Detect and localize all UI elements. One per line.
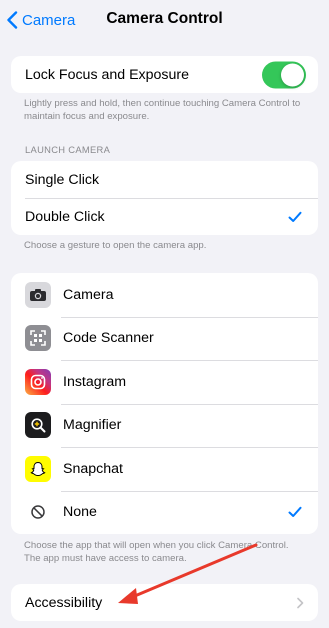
- app-option-camera[interactable]: Camera: [11, 273, 318, 317]
- magnifier-icon: [25, 412, 51, 439]
- lock-focus-row: Lock Focus and Exposure: [11, 56, 318, 93]
- single-click-label: Single Click: [25, 171, 100, 188]
- app-option-none[interactable]: None: [11, 490, 318, 535]
- app-label: Magnifier: [63, 417, 122, 434]
- app-option-instagram[interactable]: Instagram: [11, 360, 318, 404]
- launch-camera-header: LAUNCH CAMERA: [25, 144, 111, 155]
- instagram-icon: [25, 368, 51, 395]
- app-label: None: [63, 504, 97, 521]
- app-label: Snapchat: [63, 460, 123, 477]
- accessibility-card: Accessibility: [11, 584, 318, 621]
- lock-focus-toggle[interactable]: [262, 61, 306, 88]
- snapchat-icon: [25, 455, 51, 482]
- accessibility-label: Accessibility: [25, 594, 103, 611]
- camera-app-note: Choose the app that will open when you c…: [24, 540, 289, 564]
- app-label: Instagram: [63, 373, 127, 390]
- launch-camera-note: Choose a gesture to open the camera app.: [24, 240, 207, 251]
- chevron-right-icon: [297, 597, 304, 608]
- launch-camera-card: Single Click Double Click: [11, 161, 318, 235]
- single-click-option[interactable]: Single Click: [11, 161, 318, 198]
- checkmark-icon: [288, 507, 302, 518]
- none-icon: [25, 499, 51, 526]
- code-scanner-icon: [25, 325, 51, 352]
- app-label: Code Scanner: [63, 330, 154, 347]
- camera-app-card: Camera Code Scanner Instagram Magnifier …: [11, 273, 318, 534]
- lock-focus-card: Lock Focus and Exposure: [11, 56, 318, 93]
- lock-focus-note: Lightly press and hold, then continue to…: [24, 98, 301, 122]
- page-title: Camera Control: [106, 10, 223, 27]
- navigation-bar: Camera Camera Control: [0, 0, 329, 40]
- accessibility-row[interactable]: Accessibility: [11, 584, 318, 621]
- app-option-code-scanner[interactable]: Code Scanner: [11, 316, 318, 361]
- double-click-label: Double Click: [25, 208, 105, 225]
- checkmark-icon: [288, 211, 302, 222]
- double-click-option[interactable]: Double Click: [11, 198, 318, 235]
- app-label: Camera: [63, 286, 114, 303]
- app-option-magnifier[interactable]: Magnifier: [11, 403, 318, 448]
- lock-focus-label: Lock Focus and Exposure: [25, 66, 190, 83]
- camera-icon: [25, 281, 51, 308]
- app-option-snapchat[interactable]: Snapchat: [11, 447, 318, 491]
- toggle-knob: [281, 63, 304, 86]
